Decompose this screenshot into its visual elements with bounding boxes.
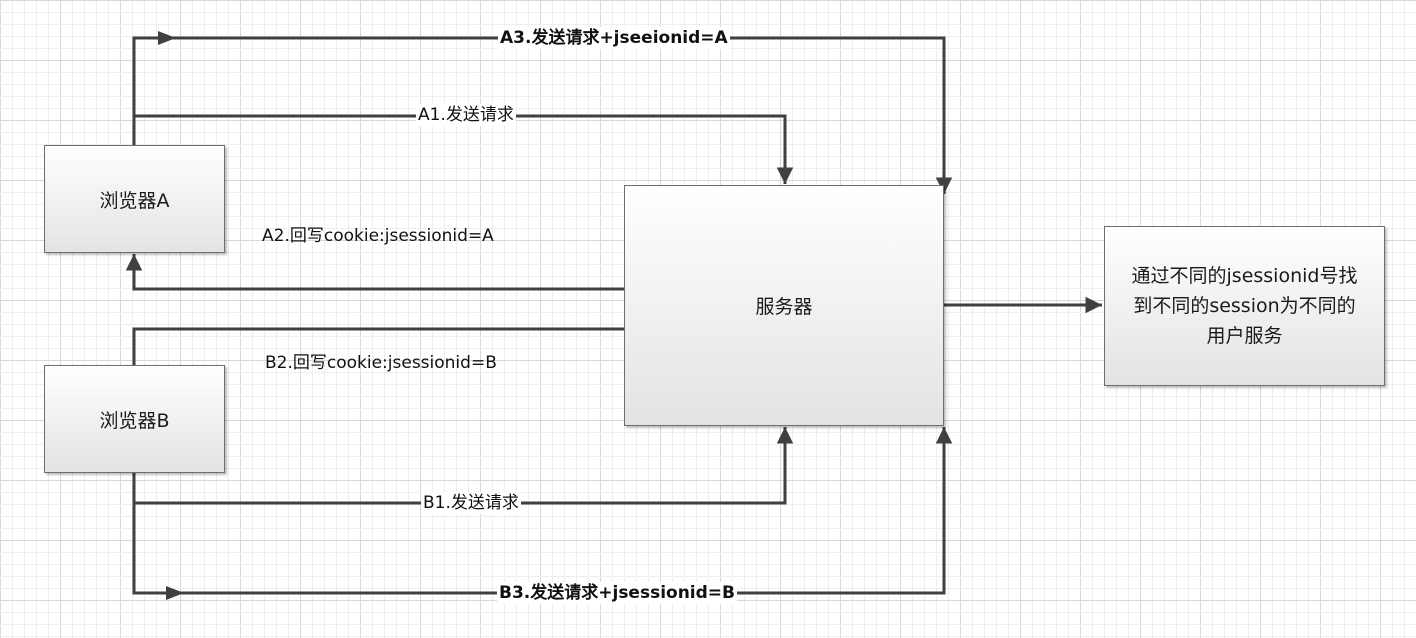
note-text: 通过不同的jsessionid号找 到不同的session为不同的 用户服务 bbox=[1122, 261, 1368, 351]
edge-label-a3: A3.发送请求+jseeionid=A bbox=[498, 27, 730, 49]
browser-b-node[interactable]: 浏览器B bbox=[44, 365, 225, 473]
edge-a3-midarrow bbox=[158, 31, 176, 45]
edge-label-a1: A1.发送请求 bbox=[416, 104, 516, 126]
server-label: 服务器 bbox=[755, 296, 813, 318]
browser-b-label: 浏览器B bbox=[99, 409, 170, 432]
browser-a-label: 浏览器A bbox=[99, 189, 170, 212]
edge-b3-midarrow bbox=[166, 586, 184, 600]
edge-b3 bbox=[132, 427, 953, 595]
server-node[interactable]: 服务器 bbox=[624, 185, 944, 426]
edge-a2 bbox=[125, 254, 624, 291]
browser-a-node[interactable]: 浏览器A bbox=[44, 145, 225, 253]
edge-label-b2: B2.回写cookie:jsessionid=B bbox=[265, 353, 497, 373]
edge-a1 bbox=[132, 114, 794, 184]
edge-label-b1: B1.发送请求 bbox=[421, 492, 521, 514]
edge-label-b3: B3.发送请求+jsessionid=B bbox=[497, 582, 738, 604]
note-line: 用户服务 bbox=[1206, 325, 1283, 347]
note-line: 通过不同的jsessionid号找 bbox=[1131, 265, 1358, 287]
edge-label-a2: A2.回写cookie:jsessionid=A bbox=[262, 226, 494, 246]
diagram-canvas: 浏览器A 浏览器B 服务器 通过不同的jsessionid号找 到不同的sess… bbox=[0, 0, 1416, 638]
note-line: 到不同的session为不同的 bbox=[1133, 295, 1356, 317]
note-node[interactable]: 通过不同的jsessionid号找 到不同的session为不同的 用户服务 bbox=[1104, 226, 1385, 386]
